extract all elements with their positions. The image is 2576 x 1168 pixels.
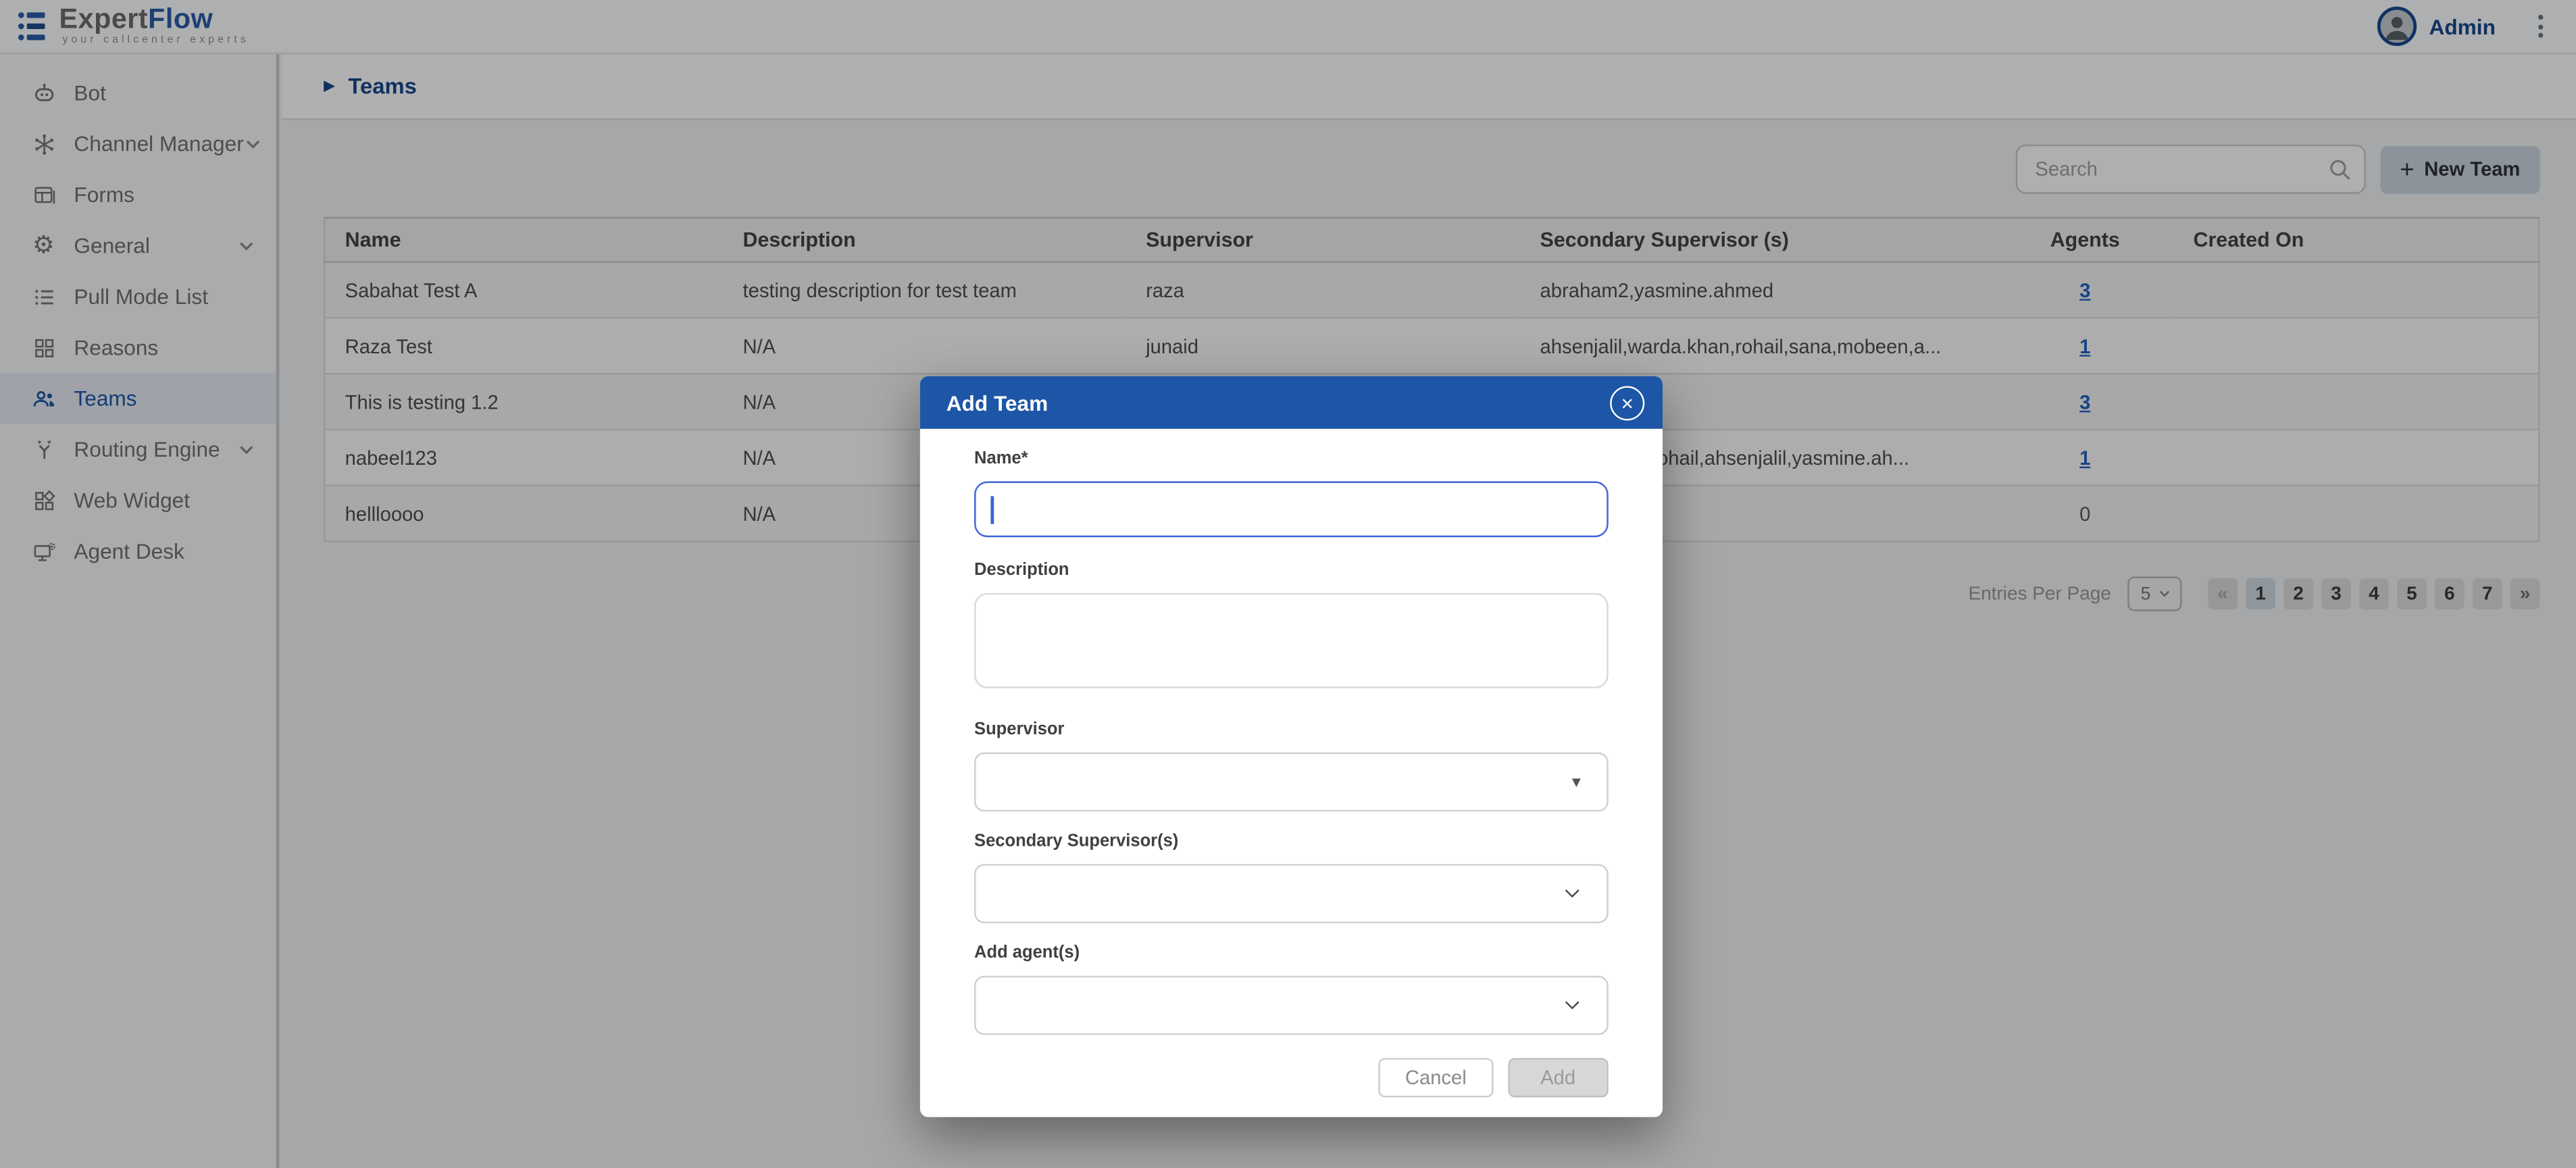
supervisor-select[interactable]: ▼ <box>974 753 1609 812</box>
dropdown-arrow-icon: ▼ <box>1569 773 1584 790</box>
cancel-button[interactable]: Cancel <box>1379 1058 1493 1097</box>
app-window: ExpertFlow your callcenter experts Admin… <box>0 0 2576 1168</box>
text-cursor <box>990 495 993 523</box>
supervisor-label: Supervisor <box>974 719 1609 739</box>
add-button[interactable]: Add <box>1508 1058 1609 1097</box>
add-agents-select[interactable] <box>974 975 1609 1035</box>
chevron-down-icon <box>1561 994 1584 1017</box>
secondary-supervisor-select[interactable] <box>974 864 1609 923</box>
description-label: Description <box>974 560 1609 580</box>
add-team-modal: Add Team × Name* Description Supervisor … <box>920 376 1663 1117</box>
description-textarea[interactable] <box>974 593 1609 688</box>
secondary-supervisor-label: Secondary Supervisor(s) <box>974 831 1609 850</box>
modal-header: Add Team × <box>920 376 1663 429</box>
name-label: Name* <box>974 449 1609 468</box>
team-name-input[interactable] <box>974 482 1609 538</box>
modal-title: Add Team <box>946 390 1049 415</box>
add-agents-label: Add agent(s) <box>974 943 1609 963</box>
chevron-down-icon <box>1561 882 1584 905</box>
close-icon[interactable]: × <box>1610 385 1644 420</box>
